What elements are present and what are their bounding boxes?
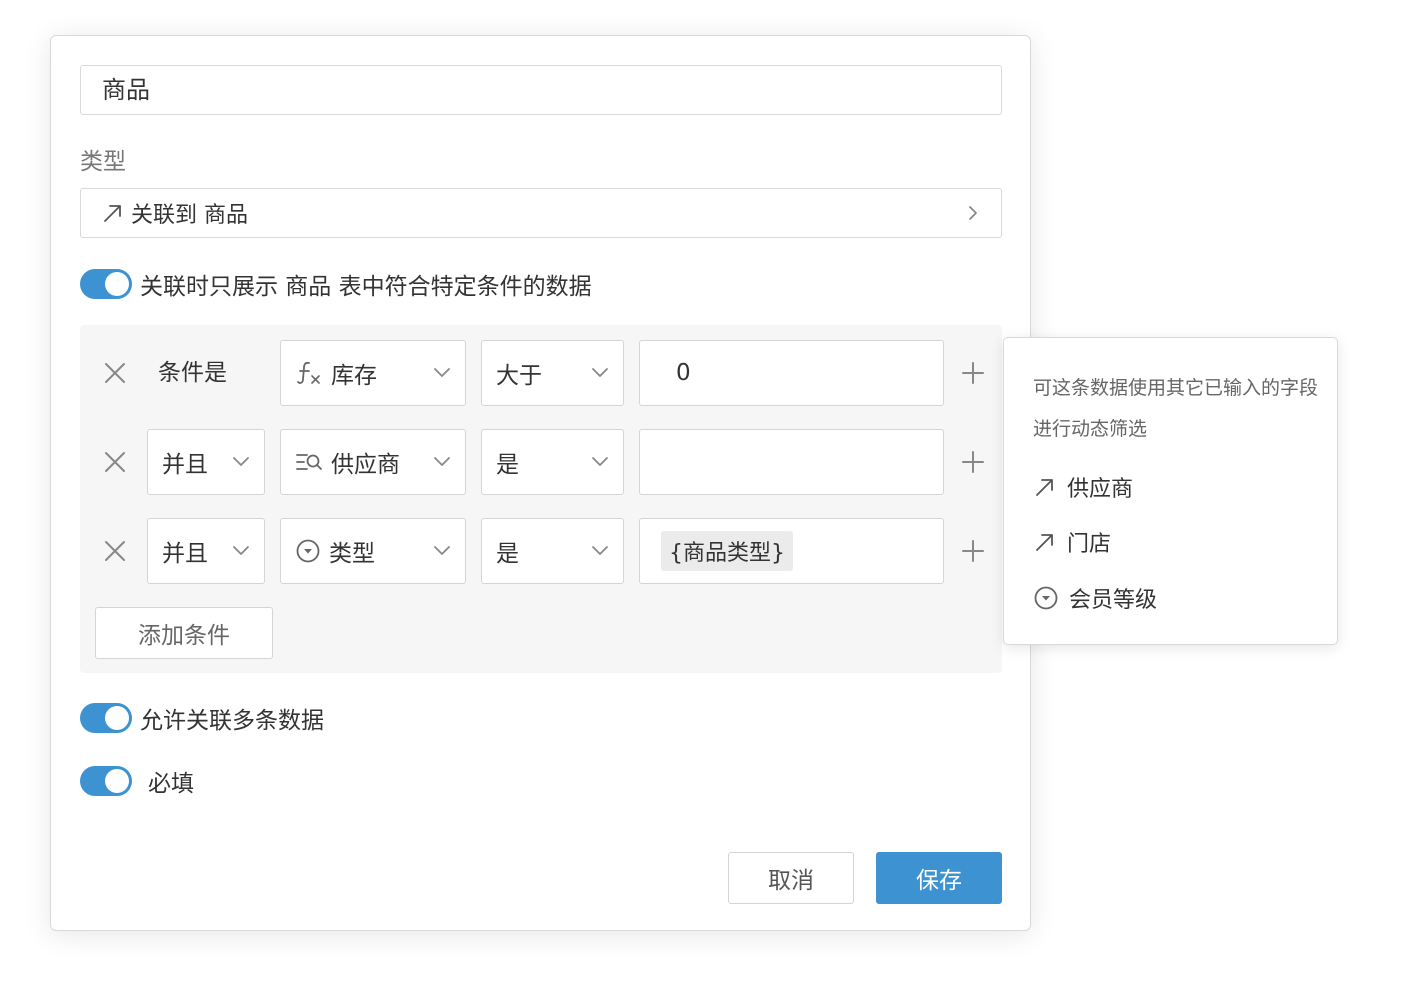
condition-row: 并且 供应商 是 [80,429,1002,495]
remove-condition-icon[interactable] [102,538,128,564]
popover-item-member-level[interactable]: 会员等级 [1033,582,1157,614]
chevron-down-icon [433,456,451,468]
multi-toggle-label: 允许关联多条数据 [140,708,324,734]
condition-row: 条件是 库存 大于 0 [80,340,1002,406]
condition-field-select[interactable]: 库存 [280,340,466,406]
remove-condition-icon[interactable] [102,360,128,386]
filter-toggle-row: 关联时只展示 商品 表中符合特定条件的数据 [80,267,592,301]
link-arrow-icon [1033,530,1057,554]
chevron-down-icon [232,545,250,557]
link-arrow-icon [101,201,125,225]
add-row-icon[interactable] [960,449,986,475]
chevron-down-icon [232,456,250,468]
chevron-down-icon [433,367,451,379]
condition-value-input[interactable] [639,429,944,495]
type-select[interactable]: 关联到 商品 [80,188,1002,238]
add-row-icon[interactable] [960,360,986,386]
dropdown-circle-icon [295,538,321,564]
condition-field-label: 库存 [331,363,377,389]
condition-prefix: 条件是 [158,360,227,386]
condition-operator-label: 是 [496,452,519,478]
filter-toggle[interactable] [80,269,132,299]
condition-field-label: 供应商 [331,452,400,478]
field-name-input[interactable]: 商品 [80,65,1002,115]
condition-operator-select[interactable]: 是 [481,518,624,584]
chevron-down-icon [591,456,609,468]
cancel-button[interactable]: 取消 [728,852,854,904]
chevron-right-icon [965,204,981,222]
condition-operator-label: 是 [496,541,519,567]
popover-hint: 可这条数据使用其它已输入的字段进行动态筛选 [1033,377,1319,440]
formula-icon [295,360,323,386]
condition-box: 条件是 库存 大于 0 并且 供应商 是 并且 类型 是 {商品类型} 添加条件 [80,325,1002,673]
condition-value-input[interactable]: 0 [639,340,944,406]
chevron-down-icon [591,545,609,557]
type-label: 类型 [80,149,126,175]
condition-row: 并且 类型 是 {商品类型} [80,518,1002,584]
lookup-icon [295,450,323,474]
condition-field-select[interactable]: 类型 [280,518,466,584]
condition-conjunction-label: 并且 [162,541,208,567]
condition-operator-select[interactable]: 是 [481,429,624,495]
multi-toggle-row: 允许关联多条数据 [80,701,324,735]
condition-field-label: 类型 [329,541,375,567]
popover-item-store[interactable]: 门店 [1033,526,1111,558]
popover-item-supplier[interactable]: 供应商 [1033,471,1133,503]
multi-toggle[interactable] [80,703,132,733]
condition-value-input[interactable]: {商品类型} [639,518,944,584]
chevron-down-icon [433,545,451,557]
condition-operator-label: 大于 [496,363,542,389]
popover-item-label: 供应商 [1067,477,1134,502]
link-arrow-icon [1033,475,1057,499]
save-button[interactable]: 保存 [876,852,1002,904]
add-row-icon[interactable] [960,538,986,564]
condition-conjunction-select[interactable]: 并且 [147,518,265,584]
condition-operator-select[interactable]: 大于 [481,340,624,406]
dropdown-circle-icon [1033,585,1059,611]
condition-field-select[interactable]: 供应商 [280,429,466,495]
condition-conjunction-label: 并且 [162,452,208,478]
remove-condition-icon[interactable] [102,449,128,475]
field-settings-panel: 商品 类型 关联到 商品 关联时只展示 商品 表中符合特定条件的数据 条件是 库… [50,35,1031,931]
chevron-down-icon [591,367,609,379]
popover-item-label: 门店 [1067,532,1112,557]
required-toggle-label: 必填 [148,771,194,797]
required-toggle-row: 必填 [80,764,194,798]
popover-item-label: 会员等级 [1069,588,1158,613]
filter-toggle-label: 关联时只展示 商品 表中符合特定条件的数据 [140,274,592,300]
add-condition-button[interactable]: 添加条件 [95,607,273,659]
required-toggle[interactable] [80,766,132,796]
condition-value: 0 [676,360,691,386]
dynamic-filter-popover: 可这条数据使用其它已输入的字段进行动态筛选 供应商 门店 会员等级 [1003,337,1338,645]
type-select-value: 关联到 商品 [131,203,248,228]
condition-conjunction-select[interactable]: 并且 [147,429,265,495]
field-reference-chip[interactable]: {商品类型} [661,531,793,571]
